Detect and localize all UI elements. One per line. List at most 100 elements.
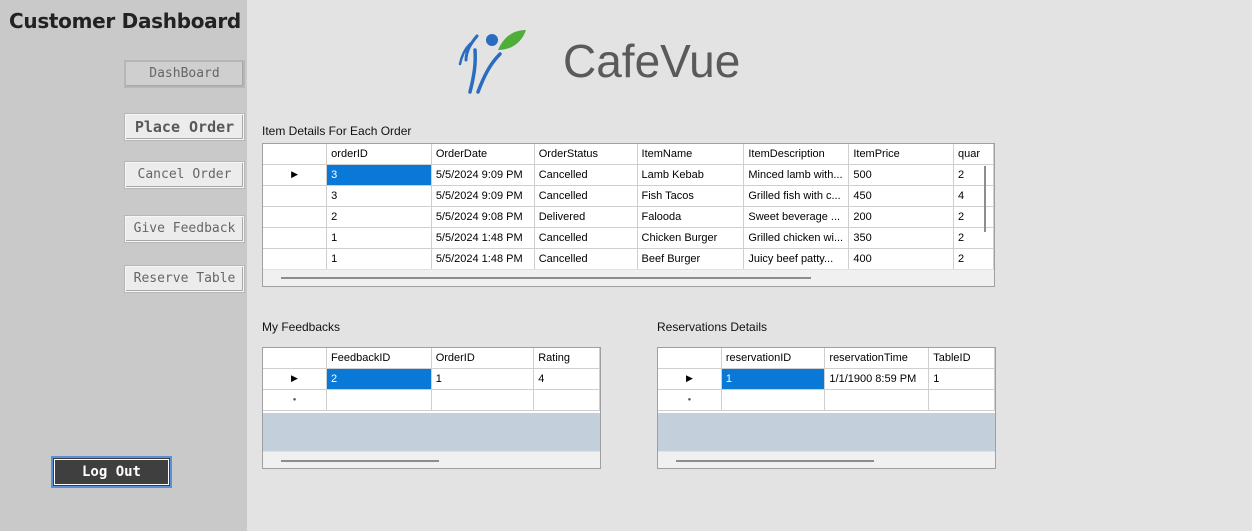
table-cell[interactable] xyxy=(326,389,432,411)
table-cell[interactable] xyxy=(431,389,535,411)
table-cell[interactable]: Beef Burger xyxy=(637,248,745,270)
orders-vertical-scrollbar[interactable] xyxy=(984,166,986,232)
column-header[interactable]: reservationTime xyxy=(824,348,930,369)
cafevue-logo-icon xyxy=(458,30,526,94)
table-cell[interactable]: 2 xyxy=(953,248,994,270)
column-header[interactable]: TableID xyxy=(928,348,995,369)
table-cell[interactable]: 5/5/2024 9:09 PM xyxy=(431,185,535,207)
reservations-horizontal-scrollbar[interactable] xyxy=(658,451,995,468)
sidebar: Customer Dashboard DashBoard Place Order… xyxy=(0,0,247,531)
table-cell[interactable]: 2 xyxy=(953,164,994,186)
new-row[interactable]: ● xyxy=(658,389,995,411)
reserve-table-button[interactable]: Reserve Table xyxy=(125,266,244,292)
cancel-order-button[interactable]: Cancel Order xyxy=(125,162,244,188)
table-cell[interactable]: 1/1/1900 8:59 PM xyxy=(824,368,930,390)
column-header[interactable]: ItemDescription xyxy=(743,144,850,165)
table-cell[interactable]: Sweet beverage ... xyxy=(743,206,850,228)
table-cell[interactable] xyxy=(928,389,995,411)
table-cell[interactable]: 1 xyxy=(431,368,535,390)
table-row[interactable]: ▶ 1 1/1/1900 8:59 PM 1 xyxy=(658,368,995,390)
table-cell[interactable] xyxy=(533,389,600,411)
reservations-header-row: reservationID reservationTime TableID xyxy=(658,348,995,369)
table-cell[interactable]: Grilled fish with c... xyxy=(743,185,850,207)
orders-scroll-thumb[interactable] xyxy=(281,277,811,279)
column-header[interactable]: ItemName xyxy=(637,144,745,165)
feedbacks-header-row: FeedbackID OrderID Rating xyxy=(263,348,600,369)
table-cell[interactable]: 450 xyxy=(848,185,955,207)
column-header[interactable]: OrderDate xyxy=(431,144,535,165)
table-cell[interactable]: Cancelled xyxy=(534,164,638,186)
row-header[interactable] xyxy=(263,185,328,207)
column-header[interactable]: FeedbackID xyxy=(326,348,432,369)
table-cell[interactable]: 1 xyxy=(326,227,432,249)
dashboard-button[interactable]: DashBoard xyxy=(125,61,244,87)
table-row[interactable]: ▶ 3 5/5/2024 9:09 PM Cancelled Lamb Keba… xyxy=(263,164,994,186)
table-cell[interactable]: 1 xyxy=(928,368,995,390)
current-row-marker-icon: ▶ xyxy=(263,164,328,186)
orders-horizontal-scrollbar[interactable] xyxy=(263,269,994,286)
table-cell[interactable]: 2 xyxy=(326,368,432,390)
table-cell[interactable]: 1 xyxy=(721,368,826,390)
table-cell[interactable]: 5/5/2024 9:09 PM xyxy=(431,164,535,186)
row-header[interactable] xyxy=(263,206,328,228)
table-cell[interactable]: 2 xyxy=(326,206,432,228)
table-cell[interactable]: 400 xyxy=(848,248,955,270)
feedbacks-horizontal-scrollbar[interactable] xyxy=(263,451,600,468)
table-cell[interactable]: Juicy beef patty... xyxy=(743,248,850,270)
row-header-corner xyxy=(263,348,328,369)
reservations-scroll-thumb[interactable] xyxy=(676,460,874,462)
column-header[interactable]: orderID xyxy=(326,144,432,165)
table-cell[interactable]: Lamb Kebab xyxy=(637,164,745,186)
row-header[interactable] xyxy=(263,248,328,270)
table-cell[interactable]: 3 xyxy=(326,164,432,186)
new-row[interactable]: ● xyxy=(263,389,600,411)
table-cell[interactable]: Falooda xyxy=(637,206,745,228)
feedbacks-grid[interactable]: FeedbackID OrderID Rating ▶ 2 1 4 ● xyxy=(262,347,601,469)
table-cell[interactable]: 1 xyxy=(326,248,432,270)
table-cell[interactable]: 5/5/2024 9:08 PM xyxy=(431,206,535,228)
table-cell[interactable] xyxy=(824,389,930,411)
table-cell[interactable]: 2 xyxy=(953,206,994,228)
table-cell[interactable]: Cancelled xyxy=(534,227,638,249)
reservations-label: Reservations Details xyxy=(657,320,768,334)
table-row[interactable]: 1 5/5/2024 1:48 PM Cancelled Chicken Bur… xyxy=(263,227,994,249)
feedbacks-empty-area xyxy=(263,413,600,451)
column-header[interactable]: OrderID xyxy=(431,348,535,369)
table-cell[interactable]: Cancelled xyxy=(534,248,638,270)
table-cell[interactable]: Fish Tacos xyxy=(637,185,745,207)
table-cell[interactable]: Cancelled xyxy=(534,185,638,207)
column-header[interactable]: reservationID xyxy=(721,348,826,369)
table-cell[interactable]: 4 xyxy=(953,185,994,207)
column-header[interactable]: OrderStatus xyxy=(534,144,638,165)
brand-name: CafeVue xyxy=(563,35,741,87)
reservations-grid[interactable]: reservationID reservationTime TableID ▶ … xyxy=(657,347,996,469)
column-header[interactable]: ItemPrice xyxy=(848,144,955,165)
orders-grid[interactable]: orderID OrderDate OrderStatus ItemName I… xyxy=(262,143,995,287)
table-row[interactable]: 2 5/5/2024 9:08 PM Delivered Falooda Swe… xyxy=(263,206,994,228)
orders-header-row: orderID OrderDate OrderStatus ItemName I… xyxy=(263,144,994,165)
table-cell[interactable]: Grilled chicken wi... xyxy=(743,227,850,249)
table-cell[interactable]: 350 xyxy=(848,227,955,249)
table-cell[interactable] xyxy=(721,389,826,411)
feedbacks-label: My Feedbacks xyxy=(262,320,341,334)
table-cell[interactable]: Delivered xyxy=(534,206,638,228)
place-order-button[interactable]: Place Order xyxy=(125,114,244,140)
table-cell[interactable]: 3 xyxy=(326,185,432,207)
table-row[interactable]: 1 5/5/2024 1:48 PM Cancelled Beef Burger… xyxy=(263,248,994,270)
table-cell[interactable]: 2 xyxy=(953,227,994,249)
feedbacks-scroll-thumb[interactable] xyxy=(281,460,439,462)
table-cell[interactable]: 5/5/2024 1:48 PM xyxy=(431,227,535,249)
table-cell[interactable]: 200 xyxy=(848,206,955,228)
table-cell[interactable]: 500 xyxy=(848,164,955,186)
log-out-button[interactable]: Log Out xyxy=(51,456,172,488)
table-cell[interactable]: 5/5/2024 1:48 PM xyxy=(431,248,535,270)
table-cell[interactable]: 4 xyxy=(533,368,600,390)
table-row[interactable]: ▶ 2 1 4 xyxy=(263,368,600,390)
table-row[interactable]: 3 5/5/2024 9:09 PM Cancelled Fish Tacos … xyxy=(263,185,994,207)
row-header[interactable] xyxy=(263,227,328,249)
column-header[interactable]: Rating xyxy=(533,348,600,369)
give-feedback-button[interactable]: Give Feedback xyxy=(125,216,244,242)
table-cell[interactable]: Chicken Burger xyxy=(637,227,745,249)
column-header[interactable]: quar xyxy=(953,144,994,165)
table-cell[interactable]: Minced lamb with... xyxy=(743,164,850,186)
